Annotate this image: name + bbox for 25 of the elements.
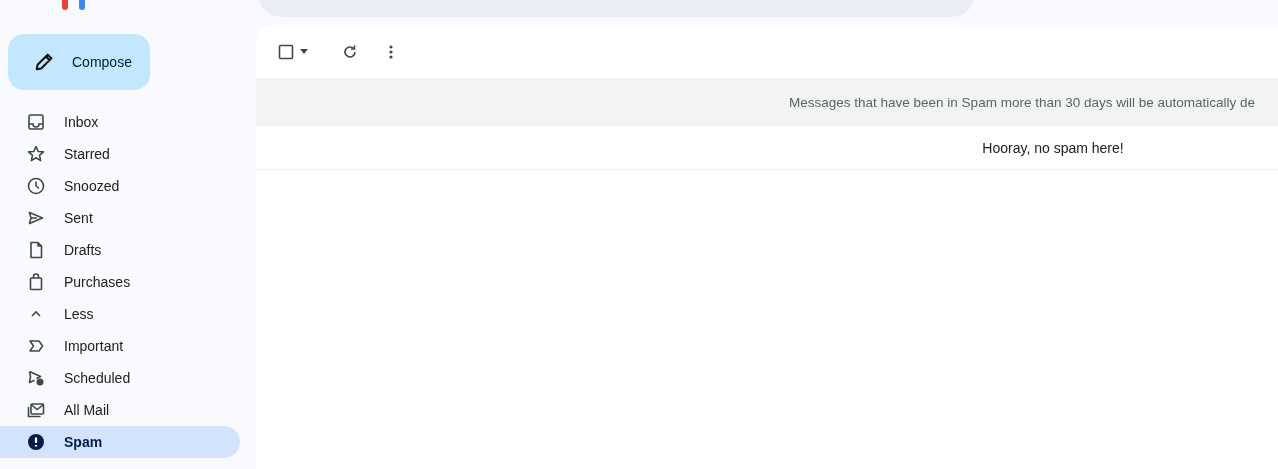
- sidebar-item[interactable]: Less: [0, 298, 240, 330]
- compose-button[interactable]: Compose: [8, 34, 150, 90]
- banner-text: Messages that have been in Spam more than 30 days will be automatically de: [789, 94, 1255, 110]
- sidebar-item[interactable]: Important: [0, 330, 240, 362]
- sidebar-item[interactable]: All Mail: [0, 394, 240, 426]
- sidebar-item[interactable]: Scheduled: [0, 362, 240, 394]
- refresh-icon[interactable]: [342, 43, 358, 60]
- allmail-icon: [26, 400, 46, 420]
- sidebar-item[interactable]: Starred: [0, 138, 240, 170]
- caret-icon: [300, 49, 308, 54]
- more-icon[interactable]: [389, 44, 393, 59]
- scheduled-icon: [26, 368, 46, 388]
- sidebar-item[interactable]: Inbox: [0, 106, 240, 138]
- clock-icon: [26, 176, 46, 196]
- pencil-icon: [33, 51, 55, 73]
- empty-message: Hooray, no spam here!: [982, 139, 1124, 156]
- sidebar-item[interactable]: Purchases: [0, 266, 240, 298]
- sidebar-item[interactable]: Spam: [0, 426, 240, 458]
- inbox-icon: [26, 112, 46, 132]
- sidebar-item[interactable]: Snoozed: [0, 170, 240, 202]
- checkbox-icon: [278, 43, 294, 60]
- spam-icon: [26, 432, 46, 452]
- sidebar-item[interactable]: Sent: [0, 202, 240, 234]
- sidebar-item[interactable]: Drafts: [0, 234, 240, 266]
- star-icon: [26, 144, 46, 164]
